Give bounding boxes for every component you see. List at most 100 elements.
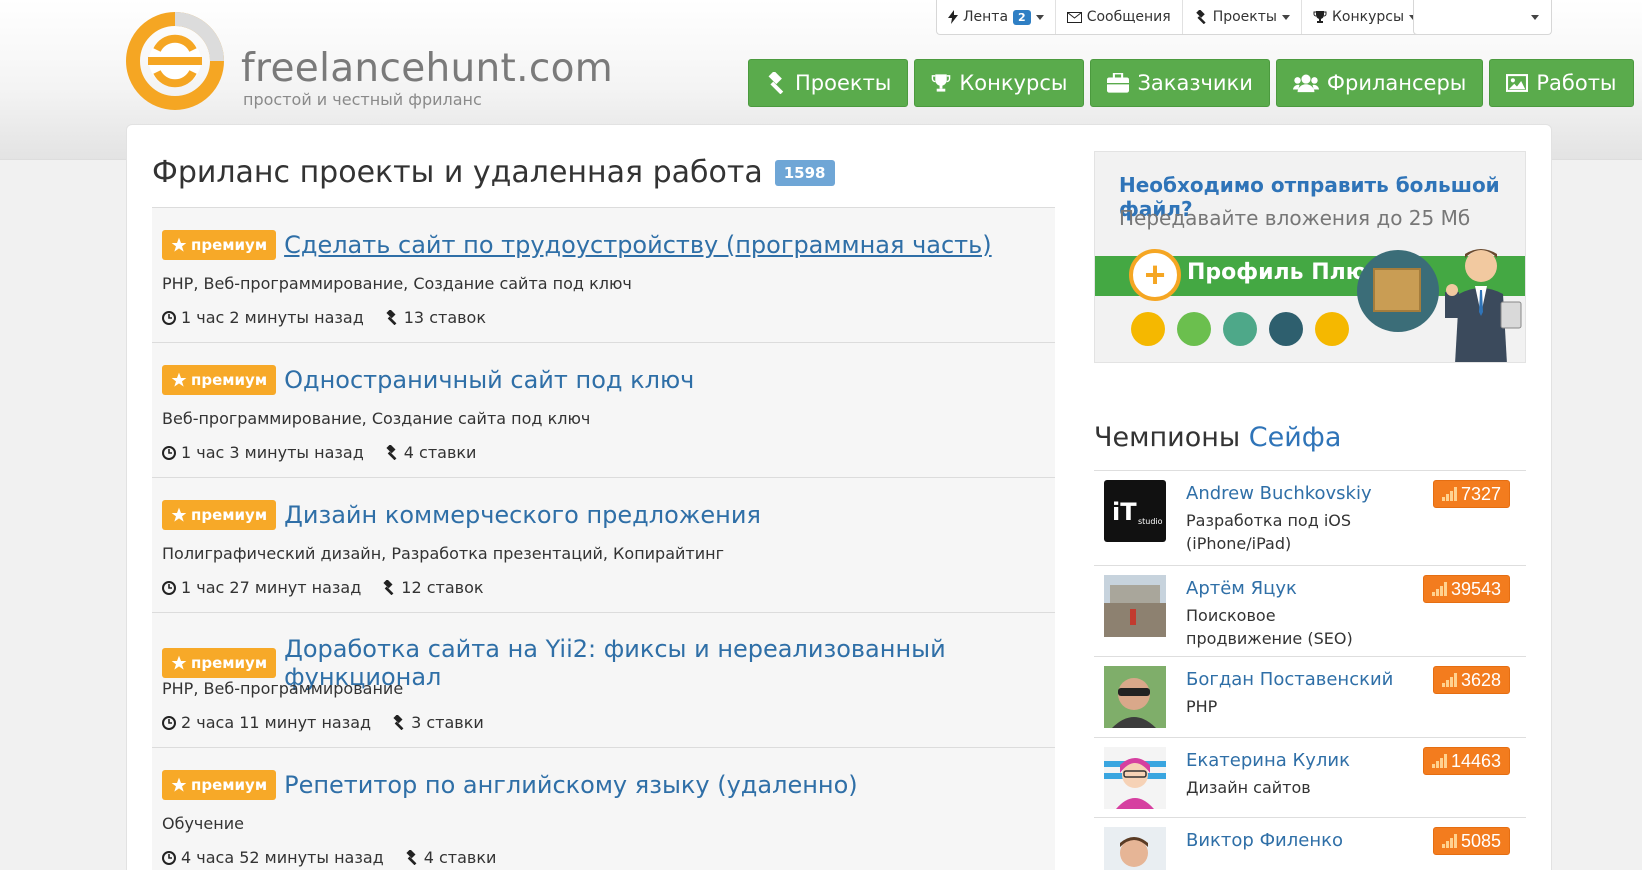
rating-value: 3628 bbox=[1460, 669, 1501, 690]
champion-name-link[interactable]: Богдан Поставенский bbox=[1186, 669, 1393, 690]
users-icon bbox=[1292, 74, 1319, 93]
feed-menu[interactable]: Лента 2 bbox=[937, 0, 1056, 34]
rating-value: 7327 bbox=[1460, 483, 1501, 504]
avatar[interactable]: iT studio bbox=[1104, 480, 1166, 542]
champions-list: iT studio Andrew Buchkovskiy Разработка … bbox=[1094, 470, 1526, 870]
site-logo[interactable]: freelancehunt.com простой и честный фрил… bbox=[124, 10, 613, 110]
projects-menu[interactable]: Проекты bbox=[1183, 0, 1302, 34]
project-time: 2 часа 11 минут назад bbox=[181, 713, 372, 732]
gavel-icon bbox=[1195, 10, 1206, 24]
gavel-icon bbox=[406, 850, 417, 865]
champion-name-link[interactable]: Артём Яцук bbox=[1186, 578, 1297, 599]
champion-item: Екатерина Кулик Дизайн сайтов 14463 bbox=[1094, 737, 1526, 817]
signal-bars-icon bbox=[1441, 673, 1457, 687]
package-icon bbox=[1373, 268, 1421, 312]
project-item: премиум Репетитор по английскому языку (… bbox=[152, 747, 1055, 870]
project-bids: 4 ставки bbox=[403, 443, 477, 462]
plus-icon: + bbox=[1129, 249, 1181, 301]
clock-icon bbox=[162, 850, 176, 865]
project-count-badge: 1598 bbox=[774, 159, 835, 186]
gavel-icon bbox=[386, 445, 397, 460]
trophy-icon bbox=[1313, 11, 1327, 23]
champions-title-accent-link[interactable]: Сейфа bbox=[1249, 422, 1342, 453]
page-title: Фриланс проекты и удаленная работа 1598 bbox=[152, 155, 835, 190]
rating-value: 14463 bbox=[1450, 750, 1501, 771]
nav-works-button[interactable]: Работы bbox=[1489, 59, 1634, 107]
banner-subline: Передавайте вложения до 25 Мб bbox=[1119, 206, 1471, 230]
nav-projects-button[interactable]: Проекты bbox=[748, 59, 909, 107]
champion-specialty: PHP bbox=[1186, 697, 1218, 716]
project-title-link[interactable]: Сделать сайт по трудоустройству (програм… bbox=[284, 231, 992, 259]
champion-item: Артём Яцук Поисковое продвижение (SEO) 3… bbox=[1094, 565, 1526, 656]
champion-specialty: Дизайн сайтов bbox=[1186, 778, 1311, 797]
note-icon bbox=[1315, 312, 1349, 346]
champion-name-link[interactable]: Andrew Buchkovskiy bbox=[1186, 483, 1372, 504]
champion-specialty: Разработка под iOS (iPhone/iPad) bbox=[1186, 511, 1352, 553]
rating-badge: 5085 bbox=[1432, 827, 1510, 855]
avatar[interactable] bbox=[1104, 747, 1166, 809]
champion-specialty: Поисковое продвижение (SEO) bbox=[1186, 606, 1353, 648]
nav-contests-label: Конкурсы bbox=[959, 71, 1068, 95]
project-tags: Обучение bbox=[162, 814, 244, 833]
trophy-icon bbox=[932, 74, 951, 92]
nav-projects-label: Проекты bbox=[795, 71, 892, 95]
nav-freelancers-label: Фрилансеры bbox=[1326, 71, 1467, 95]
rating-badge: 7327 bbox=[1432, 480, 1510, 508]
champion-name-link[interactable]: Екатерина Кулик bbox=[1186, 750, 1350, 771]
nav-contests-button[interactable]: Конкурсы bbox=[914, 59, 1085, 107]
project-title-link[interactable]: Дизайн коммерческого предложения bbox=[284, 501, 761, 529]
champion-name-link[interactable]: Виктор Филенко bbox=[1186, 830, 1343, 851]
premium-badge: премиум bbox=[162, 365, 277, 395]
gavel-icon bbox=[768, 72, 784, 94]
gavel-icon bbox=[383, 580, 394, 595]
clock-icon bbox=[162, 310, 176, 325]
nav-clients-button[interactable]: Заказчики bbox=[1090, 59, 1270, 107]
svg-text:studio: studio bbox=[1138, 517, 1163, 526]
premium-label: премиум bbox=[191, 371, 268, 389]
star-icon bbox=[171, 655, 187, 670]
nav-works-label: Работы bbox=[1536, 71, 1617, 95]
nav-freelancers-button[interactable]: Фрилансеры bbox=[1275, 59, 1484, 107]
premium-label: премиум bbox=[191, 776, 268, 794]
chevron-down-icon bbox=[1035, 14, 1044, 20]
avatar[interactable] bbox=[1104, 827, 1166, 870]
messages-link[interactable]: Сообщения bbox=[1056, 0, 1183, 34]
star-icon bbox=[171, 777, 187, 792]
premium-badge: премиум bbox=[162, 648, 277, 678]
project-title-link[interactable]: Репетитор по английскому языку (удаленно… bbox=[284, 771, 858, 799]
star-icon bbox=[171, 372, 187, 387]
bolt-icon bbox=[948, 10, 958, 24]
champion-item: Богдан Поставенский PHP 3628 bbox=[1094, 656, 1526, 737]
user-menu[interactable] bbox=[1413, 0, 1552, 35]
champion-item: iT studio Andrew Buchkovskiy Разработка … bbox=[1094, 470, 1526, 565]
project-time: 1 час 3 минуты назад bbox=[181, 443, 364, 462]
rating-badge: 3628 bbox=[1432, 666, 1510, 694]
champions-title-prefix: Чемпионы bbox=[1094, 422, 1241, 453]
project-bids: 3 ставки bbox=[411, 713, 484, 732]
premium-label: премиум bbox=[191, 506, 268, 524]
page-title-text: Фриланс проекты и удаленная работа bbox=[152, 155, 763, 190]
project-title-link[interactable]: Одностраничный сайт под ключ bbox=[284, 366, 694, 394]
project-tags: Веб-программирование, Создание сайта под… bbox=[162, 409, 591, 428]
chevron-down-icon bbox=[1531, 15, 1539, 20]
site-tagline: простой и честный фриланс bbox=[243, 90, 482, 109]
contests-menu[interactable]: Конкурсы bbox=[1302, 0, 1428, 34]
phone-icon bbox=[1131, 312, 1165, 346]
signal-bars-icon bbox=[1431, 582, 1447, 596]
gavel-icon bbox=[386, 310, 397, 325]
books-icon bbox=[1223, 312, 1257, 346]
signal-bars-icon bbox=[1431, 754, 1447, 768]
projects-label: Проекты bbox=[1212, 9, 1277, 25]
avatar[interactable] bbox=[1104, 666, 1166, 728]
image-icon bbox=[1506, 74, 1529, 92]
project-bids: 13 ставок bbox=[403, 308, 486, 327]
avatar[interactable] bbox=[1104, 575, 1166, 637]
premium-badge: премиум bbox=[162, 500, 277, 530]
feed-label: Лента bbox=[963, 9, 1009, 25]
profile-plus-banner[interactable]: Необходимо отправить большой файл? Перед… bbox=[1094, 151, 1526, 363]
premium-badge: премиум bbox=[162, 770, 277, 800]
project-list: премиум Сделать сайт по трудоустройству … bbox=[152, 207, 1055, 870]
gavel-icon bbox=[393, 715, 404, 730]
premium-label: премиум bbox=[191, 236, 268, 254]
nav-clients-label: Заказчики bbox=[1137, 71, 1253, 95]
